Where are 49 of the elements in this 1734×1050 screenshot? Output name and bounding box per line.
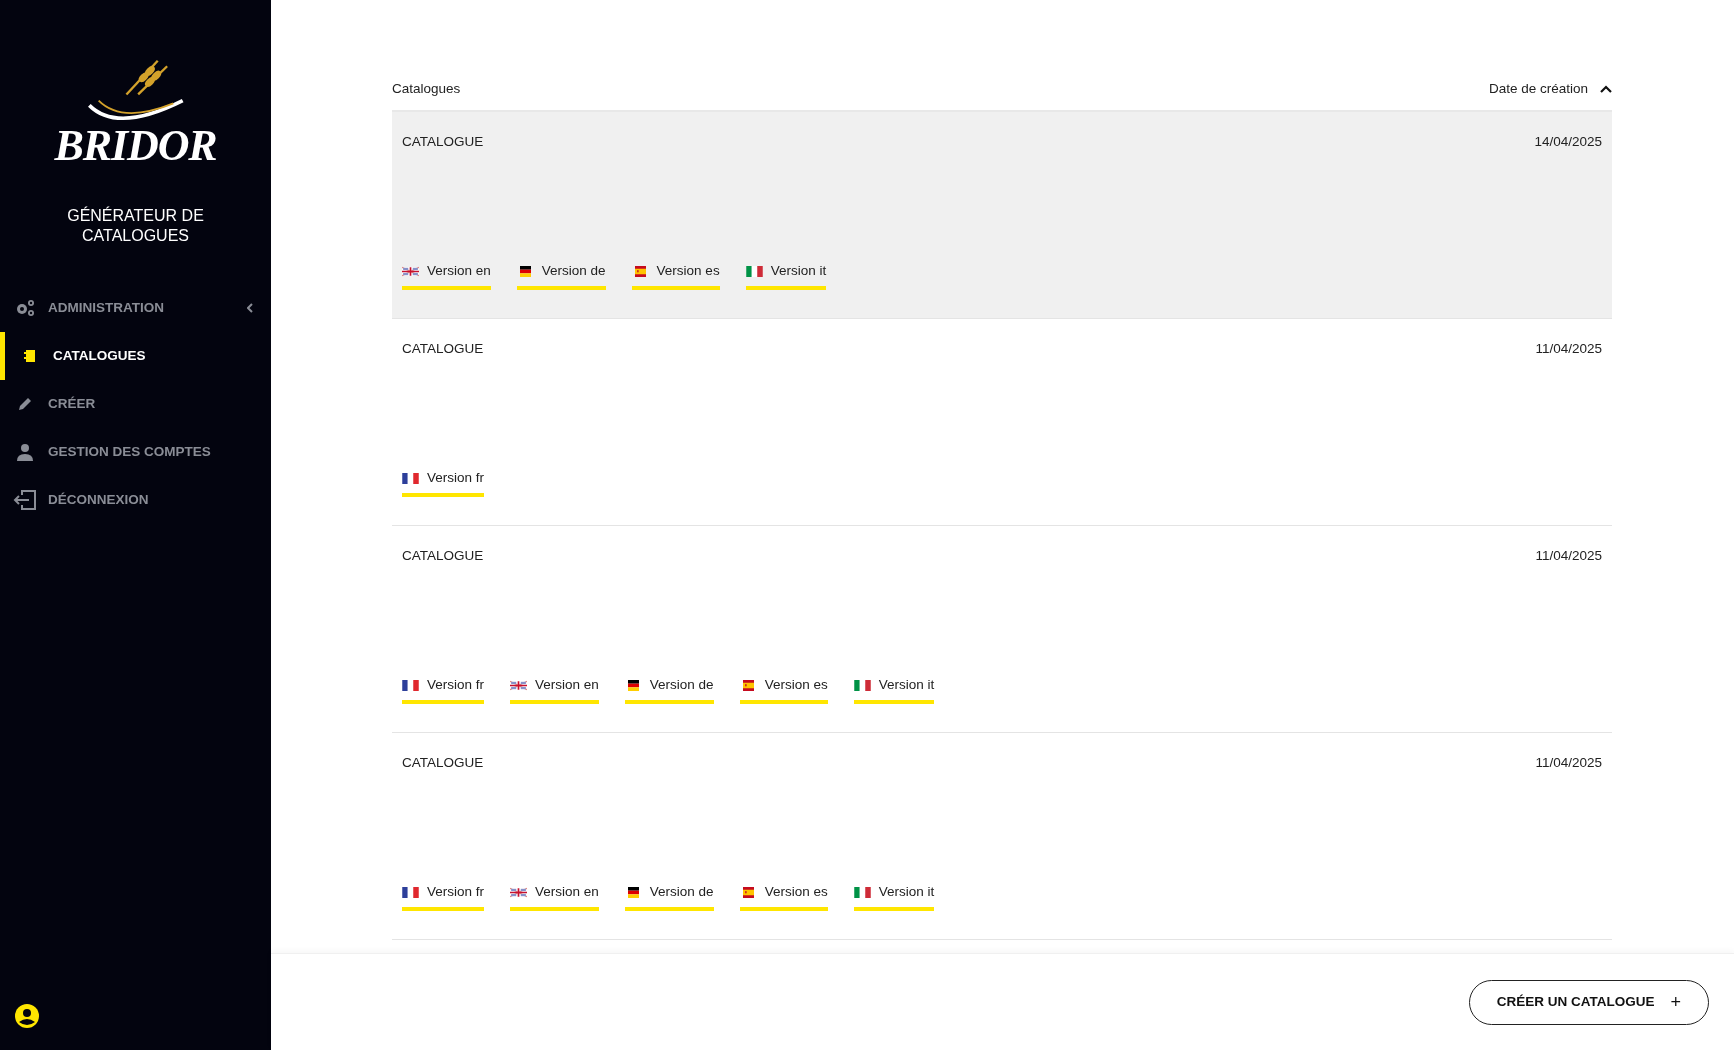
creation-date: 11/04/2025: [1535, 340, 1602, 358]
flag-icon: [402, 886, 419, 898]
catalogue-name: CATALOGUE: [402, 340, 484, 358]
flag-icon: [402, 472, 419, 484]
version-link[interactable]: Version fr: [402, 675, 485, 704]
version-link[interactable]: Version it: [745, 261, 827, 290]
catalogue-name: CATALOGUE: [402, 547, 484, 565]
user-avatar-icon[interactable]: [15, 1004, 39, 1028]
nav-item[interactable]: GESTION DES COMPTES: [0, 428, 271, 476]
catalogue-card[interactable]: CATALOGUE 14/04/2025 Version en Version de Version es Version it: [392, 112, 1612, 319]
app-title: GÉNÉRATEUR DE CATALOGUES: [66, 206, 205, 246]
flag-icon: [510, 886, 528, 898]
pencil-icon: [18, 397, 32, 411]
flag-icon: [853, 886, 871, 898]
version-link[interactable]: Version fr: [402, 882, 485, 911]
book-icon: [24, 349, 36, 363]
catalogue-name: CATALOGUE: [402, 133, 484, 151]
version-link[interactable]: Version de: [624, 882, 714, 911]
creation-date: 11/04/2025: [1535, 547, 1602, 565]
catalogue-name: CATALOGUE: [402, 754, 484, 772]
create-catalogue-button[interactable]: CRÉER UN CATALOGUE +: [1469, 979, 1709, 1025]
version-link[interactable]: Version en: [402, 261, 491, 290]
version-link[interactable]: Version en: [510, 675, 599, 704]
creation-date: 11/04/2025: [1535, 754, 1602, 772]
flag-icon: [402, 265, 419, 277]
version-link[interactable]: Version es: [631, 261, 720, 290]
list-title: Catalogues: [392, 79, 461, 98]
version-link[interactable]: Version it: [853, 675, 935, 704]
nav-item[interactable]: ADMINISTRATION: [0, 284, 271, 332]
version-link[interactable]: Version it: [853, 882, 935, 911]
nav-item[interactable]: DÉCONNEXION: [0, 476, 271, 524]
nav-item[interactable]: CATALOGUES: [0, 332, 271, 380]
person-icon: [16, 443, 34, 461]
nav-item[interactable]: CRÉER: [0, 380, 271, 428]
version-link[interactable]: Version fr: [402, 468, 485, 497]
flag-icon: [853, 679, 871, 691]
version-link[interactable]: Version es: [739, 675, 828, 704]
flag-icon: [745, 265, 763, 277]
version-link[interactable]: Version de: [516, 261, 606, 290]
gears-icon: [14, 299, 36, 317]
logo-text: BRIDOR: [54, 124, 217, 168]
logout-icon: [13, 489, 37, 511]
sort-button[interactable]: Date de création: [1488, 78, 1612, 100]
creation-date: 14/04/2025: [1534, 133, 1602, 151]
version-link[interactable]: Version en: [510, 882, 599, 911]
flag-icon: [510, 679, 528, 691]
flag-icon: [402, 679, 419, 691]
version-link[interactable]: Version de: [624, 675, 714, 704]
version-link[interactable]: Version es: [739, 882, 828, 911]
